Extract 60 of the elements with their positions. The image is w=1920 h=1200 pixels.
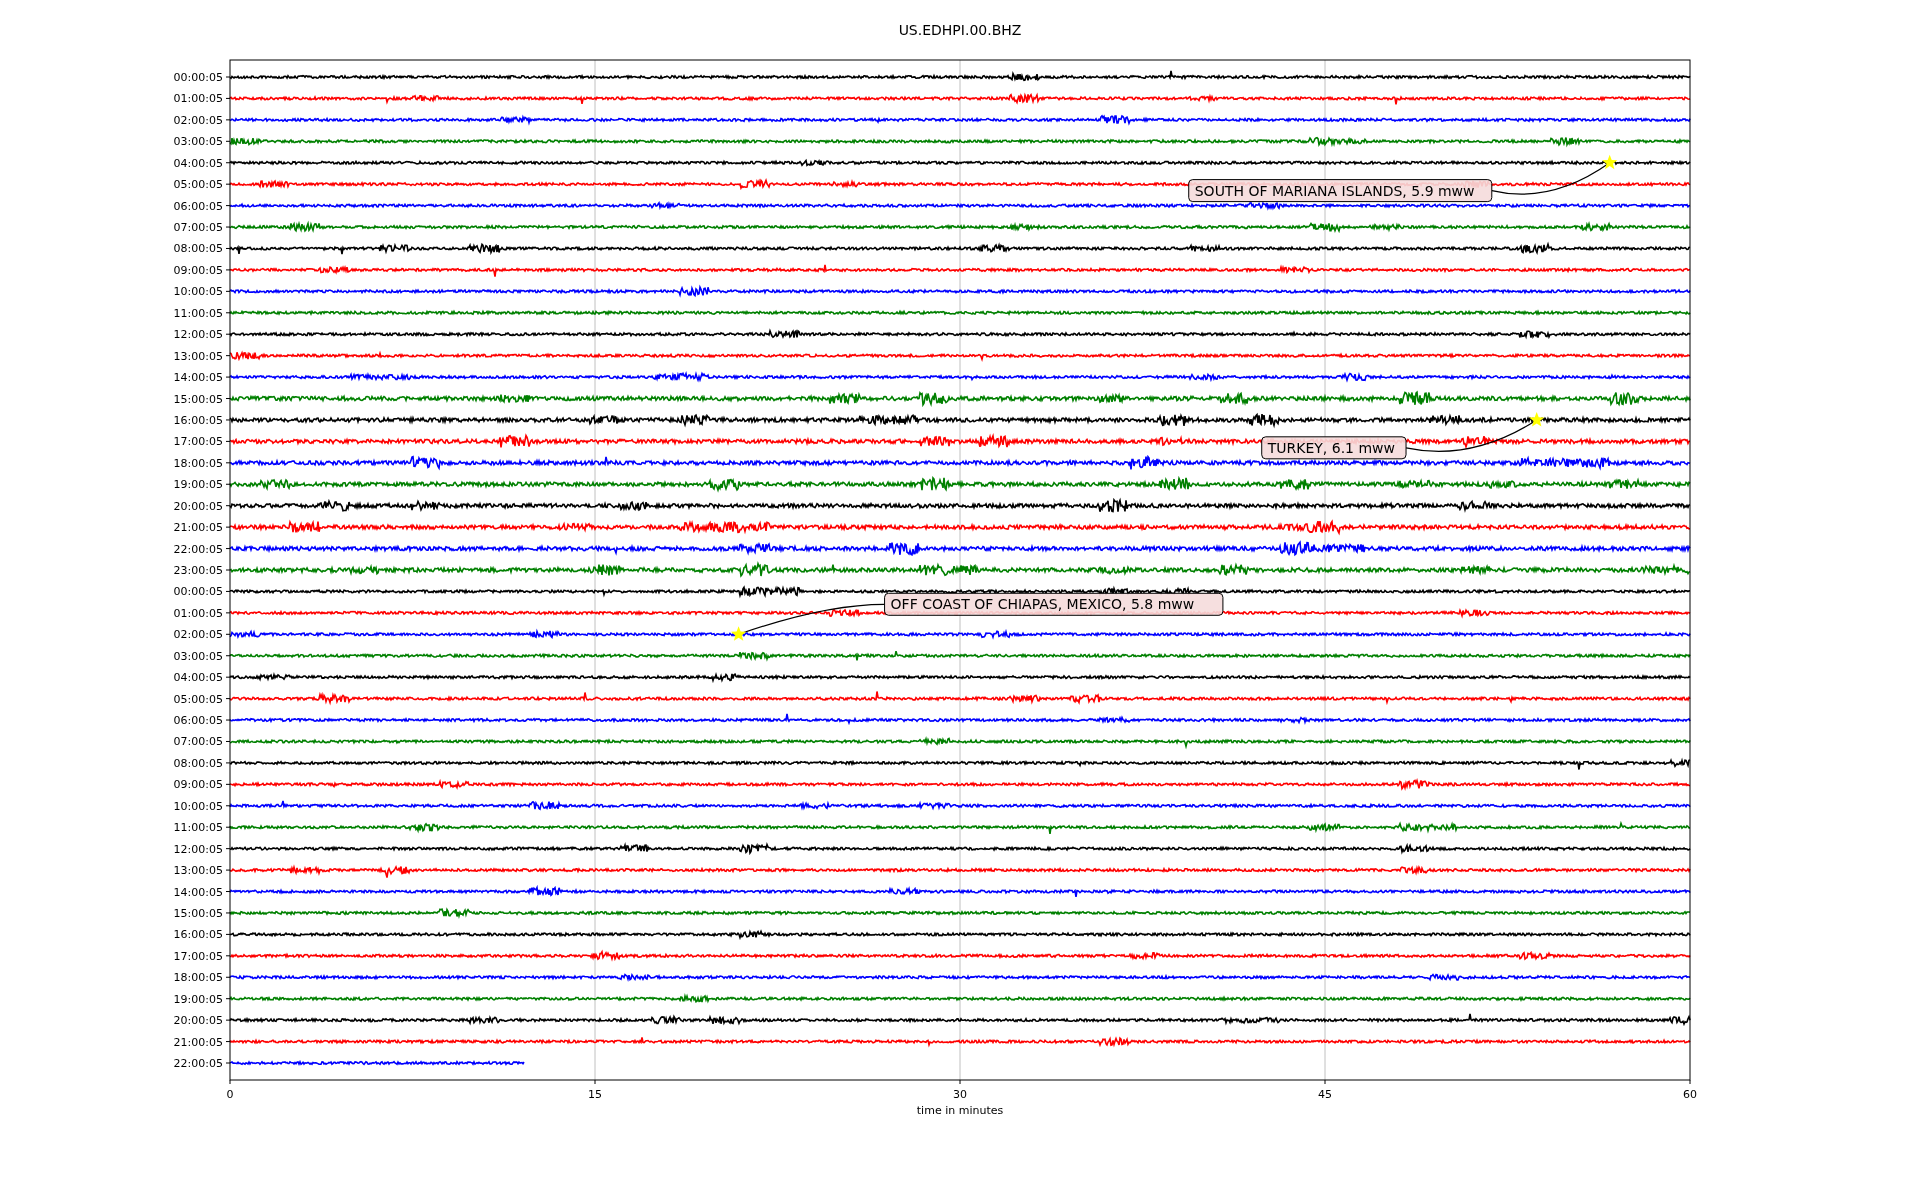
tick-label: 02:00:05: [173, 113, 223, 127]
tick-label: 14:00:05: [173, 371, 223, 385]
tick-label: 30: [953, 1088, 967, 1101]
tick-label: 14:00:05: [173, 885, 223, 899]
tick-label: 06:00:05: [173, 714, 223, 728]
tick-label: 09:00:05: [173, 778, 223, 792]
tick-label: 08:00:05: [173, 756, 223, 770]
tick-label: 15:00:05: [173, 906, 223, 920]
annotation-label: TURKEY, 6.1 mww: [1261, 436, 1407, 460]
star-icon: [1529, 412, 1545, 427]
tick-label: 18:00:05: [173, 456, 223, 470]
tick-label: 07:00:05: [173, 221, 223, 235]
tick-label: 21:00:05: [173, 1035, 223, 1049]
tick-label: 10:00:05: [173, 285, 223, 299]
tick-label: 21:00:05: [173, 521, 223, 535]
tick-label: 19:00:05: [173, 478, 223, 492]
tick-label: 19:00:05: [173, 992, 223, 1006]
tick-label: 04:00:05: [173, 671, 223, 685]
tick-label: 22:00:05: [173, 542, 223, 556]
tick-label: 18:00:05: [173, 971, 223, 985]
tick-label: 60: [1683, 1088, 1697, 1101]
tick-label: 02:00:05: [173, 628, 223, 642]
star-icon: [1602, 154, 1618, 170]
tick-label: 00:00:05: [173, 71, 223, 84]
tick-label: 04:00:05: [173, 156, 223, 170]
tick-label: 17:00:05: [173, 435, 223, 449]
tick-label: 15:00:05: [173, 392, 223, 406]
tick-label: 16:00:05: [173, 928, 223, 942]
tick-label: 09:00:05: [173, 263, 223, 277]
tick-label: 17:00:05: [173, 949, 223, 963]
tick-label: 20:00:05: [173, 499, 223, 513]
tick-label: 06:00:05: [173, 199, 223, 213]
tick-label: 20:00:05: [173, 1014, 223, 1028]
tick-label: 10:00:05: [173, 799, 223, 813]
tick-label: 23:00:05: [173, 564, 223, 577]
tick-label: 16:00:05: [173, 413, 223, 427]
annotation-label: SOUTH OF MARIANA ISLANDS, 5.9 mww: [1188, 179, 1493, 203]
tick-label: 03:00:05: [173, 649, 223, 663]
axis-label: time in minutes: [916, 1104, 1004, 1117]
tick-label: 11:00:05: [173, 306, 223, 320]
tick-label: 07:00:05: [173, 735, 223, 749]
tick-label: 45: [1318, 1088, 1332, 1101]
tick-label: 01:00:05: [173, 606, 223, 620]
tick-label: 05:00:05: [173, 178, 223, 192]
tick-label: 08:00:05: [173, 242, 223, 256]
tick-label: 15: [588, 1088, 602, 1101]
tick-label: 0: [226, 1088, 234, 1101]
chart-title: US.EDHPI.00.BHZ: [898, 22, 1022, 38]
tick-label: 12:00:05: [173, 842, 223, 856]
tick-label: 01:00:05: [173, 92, 223, 106]
tick-label: 13:00:05: [173, 349, 223, 363]
tick-label: 13:00:05: [173, 864, 223, 878]
tick-label: 03:00:05: [173, 135, 223, 149]
tick-label: 11:00:05: [173, 821, 223, 835]
tick-label: 05:00:05: [173, 692, 223, 706]
annotation-label: OFF COAST OF CHIAPAS, MEXICO, 5.8 mww: [884, 592, 1224, 616]
star-icon: [731, 626, 747, 641]
tick-label: 12:00:05: [173, 328, 223, 342]
tick-label: 00:00:05: [173, 585, 223, 599]
tick-label: 22:00:05: [173, 1057, 223, 1070]
